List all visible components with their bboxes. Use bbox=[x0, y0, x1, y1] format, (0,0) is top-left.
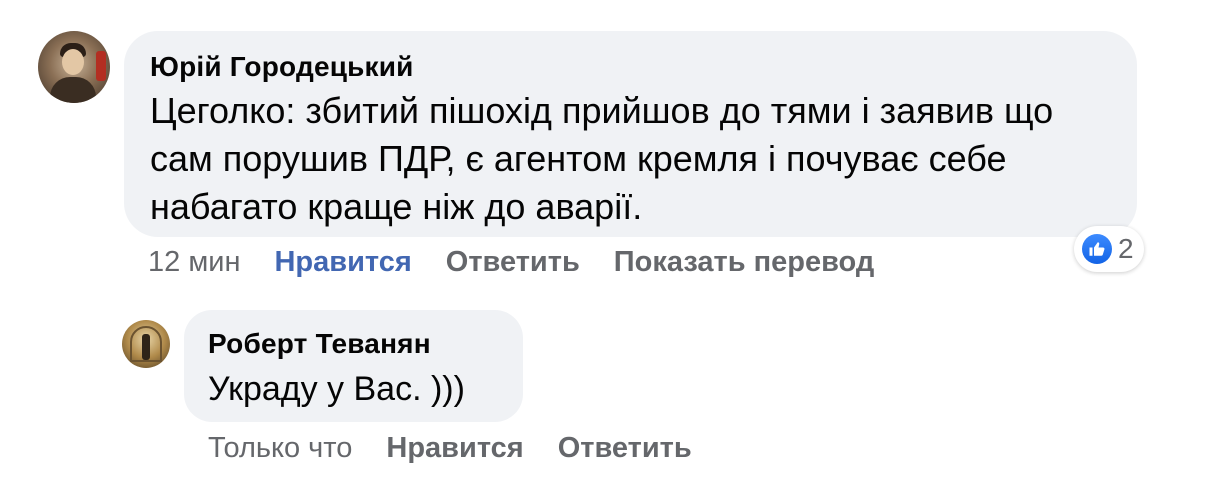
reply-avatar[interactable] bbox=[122, 320, 170, 368]
like-button[interactable]: Нравится bbox=[274, 246, 411, 279]
comment-bubble: Юрій Городецький Цеголко: збитий пішохід… bbox=[124, 31, 1137, 237]
avatar[interactable] bbox=[38, 31, 110, 103]
comment-text: Цеголко: збитий пішохід прийшов до тями … bbox=[150, 90, 1054, 227]
see-translation-button[interactable]: Показать перевод bbox=[614, 246, 874, 279]
reply-author[interactable]: Роберт Теванян bbox=[208, 326, 499, 362]
reply-actions: Только что Нравится Ответить bbox=[208, 428, 726, 468]
reply-reply-button[interactable]: Ответить bbox=[558, 432, 692, 465]
comment-actions: 12 мин Нравится Ответить Показать перево… bbox=[148, 242, 908, 282]
reply-bubble: Роберт Теванян Украду у Вас. ))) bbox=[184, 310, 523, 422]
reply-button[interactable]: Ответить bbox=[446, 246, 580, 279]
reply-like-button[interactable]: Нравится bbox=[386, 432, 523, 465]
reaction-count: 2 bbox=[1118, 233, 1134, 264]
comment-author[interactable]: Юрій Городецький bbox=[150, 49, 1111, 85]
comment-timestamp[interactable]: 12 мин bbox=[148, 246, 240, 279]
like-icon bbox=[1082, 234, 1112, 264]
reply-text: Украду у Вас. ))) bbox=[208, 370, 465, 408]
reaction-summary[interactable]: 2 bbox=[1074, 226, 1144, 272]
reply-timestamp[interactable]: Только что bbox=[208, 432, 352, 465]
comment-thread: Юрій Городецький Цеголко: збитий пішохід… bbox=[0, 0, 1214, 483]
